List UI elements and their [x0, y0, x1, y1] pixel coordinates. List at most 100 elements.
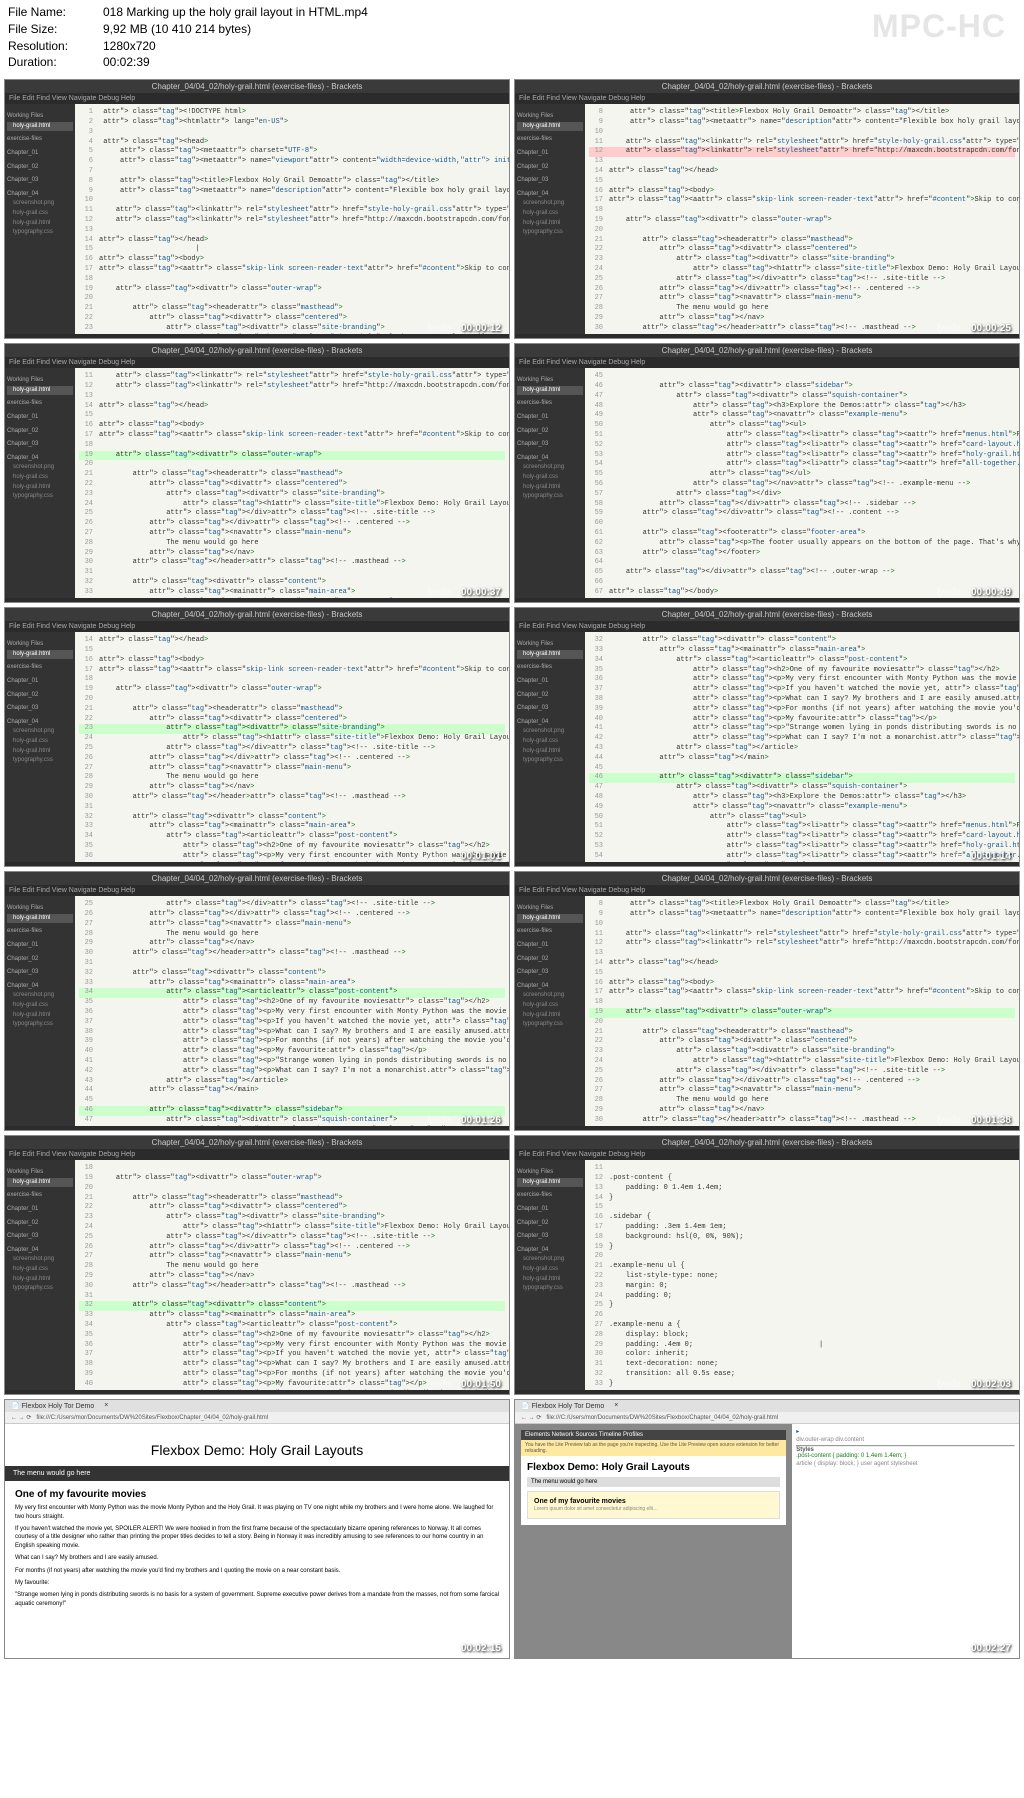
lynda-watermark: lynda	[427, 1115, 451, 1126]
url-bar[interactable]: ← → ⟳ file:///C:/Users/mor/Documents/DW%…	[515, 1412, 1019, 1424]
menu-bar[interactable]: File Edit Find View Navigate Debug Help	[5, 885, 509, 896]
thumbnail-browser[interactable]: 📄 Flexbox Holy Tor Demo× ← → ⟳ file:///C…	[4, 1399, 510, 1659]
file-sidebar[interactable]: Working Filesholy-grail.htmlexercise-fil…	[515, 1160, 585, 1390]
menu-bar[interactable]: File Edit Find View Navigate Debug Help	[515, 885, 1019, 896]
lynda-watermark: lynda	[427, 587, 451, 598]
window-title: Chapter_04/04_02/holy-grail.html (exerci…	[515, 608, 1019, 621]
window-title: Chapter_04/04_02/holy-grail.html (exerci…	[5, 872, 509, 885]
thumbnail-editor[interactable]: Chapter_04/04_02/holy-grail.html (exerci…	[4, 871, 510, 1131]
filesize-label: File Size:	[8, 21, 103, 38]
menu-bar[interactable]: File Edit Find View Navigate Debug Help	[5, 1149, 509, 1160]
file-sidebar[interactable]: Working Filesholy-grail.htmlexercise-fil…	[515, 104, 585, 334]
timestamp: 00:01:26	[461, 1115, 501, 1126]
lynda-watermark: lynda	[427, 323, 451, 334]
file-sidebar[interactable]: Working Filesholy-grail.htmlexercise-fil…	[515, 368, 585, 598]
browser-tab[interactable]: 📄 Flexbox Holy Tor Demo×	[5, 1400, 509, 1412]
file-sidebar[interactable]: Working Filesholy-grail.htmlexercise-fil…	[515, 632, 585, 862]
url-bar[interactable]: ← → ⟳ file:///C:/Users/mor/Documents/DW%…	[5, 1412, 509, 1424]
window-title: Chapter_04/04_02/holy-grail.html (exerci…	[515, 80, 1019, 93]
code-editor[interactable]: 1112.post-content {13 padding: 0 1.4em 1…	[585, 1160, 1019, 1390]
code-editor[interactable]: 32 attr"> class="tag"><divattr"> class="…	[585, 632, 1019, 862]
filename-value: 018 Marking up the holy grail layout in …	[103, 4, 368, 21]
lynda-watermark: lynda	[427, 1379, 451, 1390]
menu-bar[interactable]: File Edit Find View Navigate Debug Help	[515, 93, 1019, 104]
thumbnail-editor[interactable]: Chapter_04/04_02/holy-grail.html (exerci…	[514, 343, 1020, 603]
code-editor[interactable]: 8 attr"> class="tag"><title>Flexbox Holy…	[585, 896, 1019, 1126]
file-sidebar[interactable]: Working Filesholy-grail.htmlexercise-fil…	[515, 896, 585, 1126]
window-title: Chapter_04/04_02/holy-grail.html (exerci…	[515, 1136, 1019, 1149]
window-title: Chapter_04/04_02/holy-grail.html (exerci…	[515, 344, 1019, 357]
code-editor[interactable]: 25 attr"> class="tag"></div>attr"> class…	[75, 896, 509, 1126]
resolution-value: 1280x720	[103, 38, 156, 55]
filename-label: File Name:	[8, 4, 103, 21]
thumbnail-editor[interactable]: Chapter_04/04_02/holy-grail.html (exerci…	[4, 79, 510, 339]
code-editor[interactable]: 1 attr"> class="tag"><!DOCTYPE html>2 at…	[75, 104, 509, 334]
lynda-watermark: lynda	[937, 1115, 961, 1126]
thumbnail-editor[interactable]: Chapter_04/04_02/holy-grail.html (exerci…	[4, 607, 510, 867]
filesize-value: 9,92 MB (10 410 214 bytes)	[103, 21, 251, 38]
file-info-panel: File Name:018 Marking up the holy grail …	[0, 0, 1024, 75]
article-heading: One of my favourite movies	[15, 1489, 499, 1500]
timestamp: 00:00:12	[461, 323, 501, 334]
code-editor[interactable]: 14attr"> class="tag"></head>1516attr"> c…	[75, 632, 509, 862]
duration-value: 00:02:39	[103, 54, 150, 71]
player-watermark: MPC-HC	[872, 8, 1006, 45]
devtools-tabs[interactable]: Elements Network Sources Timeline Profil…	[521, 1430, 786, 1440]
file-sidebar[interactable]: Working Filesholy-grail.htmlexercise-fil…	[5, 1160, 75, 1390]
timestamp: 00:01:14	[971, 851, 1011, 862]
code-editor[interactable]: 11 attr"> class="tag"><linkattr"> rel="s…	[75, 368, 509, 598]
timestamp: 00:01:38	[971, 1115, 1011, 1126]
thumbnail-editor[interactable]: Chapter_04/04_02/holy-grail.html (exerci…	[4, 343, 510, 603]
file-sidebar[interactable]: Working Filesholy-grail.htmlexercise-fil…	[5, 368, 75, 598]
viewport-panel: Elements Network Sources Timeline Profil…	[515, 1424, 792, 1659]
code-editor[interactable]: 8 attr"> class="tag"><title>Flexbox Holy…	[585, 104, 1019, 334]
timestamp: 00:00:49	[971, 587, 1011, 598]
timestamp: 00:02:15	[461, 1643, 501, 1654]
devtools-panel[interactable]: ▸ div.outer-wrap div.content Styles .pos…	[792, 1424, 1019, 1659]
menu-bar[interactable]: File Edit Find View Navigate Debug Help	[5, 357, 509, 368]
menu-bar[interactable]: File Edit Find View Navigate Debug Help	[515, 621, 1019, 632]
menu-bar[interactable]: File Edit Find View Navigate Debug Help	[515, 357, 1019, 368]
lynda-watermark: lynda	[427, 1643, 451, 1654]
resolution-label: Resolution:	[8, 38, 103, 55]
duration-label: Duration:	[8, 54, 103, 71]
thumbnail-editor[interactable]: Chapter_04/04_02/holy-grail.html (exerci…	[4, 1135, 510, 1395]
code-editor[interactable]: 1819 attr"> class="tag"><divattr"> class…	[75, 1160, 509, 1390]
thumbnail-editor[interactable]: Chapter_04/04_02/holy-grail.html (exerci…	[514, 1135, 1020, 1395]
devtools-warning: You have the Lite Preview tab as the pag…	[521, 1440, 786, 1456]
lynda-watermark: lynda	[937, 1379, 961, 1390]
lynda-watermark: lynda	[937, 851, 961, 862]
timestamp: 00:02:03	[971, 1379, 1011, 1390]
lynda-watermark: lynda	[427, 851, 451, 862]
lynda-watermark: lynda	[937, 323, 961, 334]
timestamp: 00:00:37	[461, 587, 501, 598]
window-title: Chapter_04/04_02/holy-grail.html (exerci…	[515, 872, 1019, 885]
file-sidebar[interactable]: Working Filesholy-grail.htmlexercise-fil…	[5, 632, 75, 862]
page-content: Flexbox Demo: Holy Grail Layouts The men…	[5, 1424, 509, 1622]
lynda-watermark: lynda	[937, 587, 961, 598]
thumbnail-editor[interactable]: Chapter_04/04_02/holy-grail.html (exerci…	[514, 79, 1020, 339]
thumbnail-editor[interactable]: Chapter_04/04_02/holy-grail.html (exerci…	[514, 607, 1020, 867]
window-title: Chapter_04/04_02/holy-grail.html (exerci…	[5, 1136, 509, 1149]
thumbnail-devtools[interactable]: 📄 Flexbox Holy Tor Demo× ← → ⟳ file:///C…	[514, 1399, 1020, 1659]
file-sidebar[interactable]: Working Filesholy-grail.htmlexercise-fil…	[5, 104, 75, 334]
timestamp: 00:01:50	[461, 1379, 501, 1390]
lynda-watermark: lynda	[937, 1643, 961, 1654]
highlighted-element: One of my favourite moviesLorem ipsum do…	[527, 1491, 780, 1519]
timestamp: 00:00:25	[971, 323, 1011, 334]
browser-tab[interactable]: 📄 Flexbox Holy Tor Demo×	[515, 1400, 1019, 1412]
window-title: Chapter_04/04_02/holy-grail.html (exerci…	[5, 344, 509, 357]
window-title: Chapter_04/04_02/holy-grail.html (exerci…	[5, 80, 509, 93]
file-sidebar[interactable]: Working Filesholy-grail.htmlexercise-fil…	[5, 896, 75, 1126]
timestamp: 00:01:01	[461, 851, 501, 862]
thumbnail-editor[interactable]: Chapter_04/04_02/holy-grail.html (exerci…	[514, 871, 1020, 1131]
timestamp: 00:02:27	[971, 1643, 1011, 1654]
window-title: Chapter_04/04_02/holy-grail.html (exerci…	[5, 608, 509, 621]
thumbnail-grid: Chapter_04/04_02/holy-grail.html (exerci…	[0, 75, 1024, 1663]
menu-bar[interactable]: File Edit Find View Navigate Debug Help	[5, 621, 509, 632]
menu-bar[interactable]: File Edit Find View Navigate Debug Help	[515, 1149, 1019, 1160]
page-navbar: The menu would go here	[5, 1466, 509, 1481]
menu-bar[interactable]: File Edit Find View Navigate Debug Help	[5, 93, 509, 104]
code-editor[interactable]: 4546 attr"> class="tag"><divattr"> class…	[585, 368, 1019, 598]
page-title: Flexbox Demo: Holy Grail Layouts	[15, 1442, 499, 1458]
